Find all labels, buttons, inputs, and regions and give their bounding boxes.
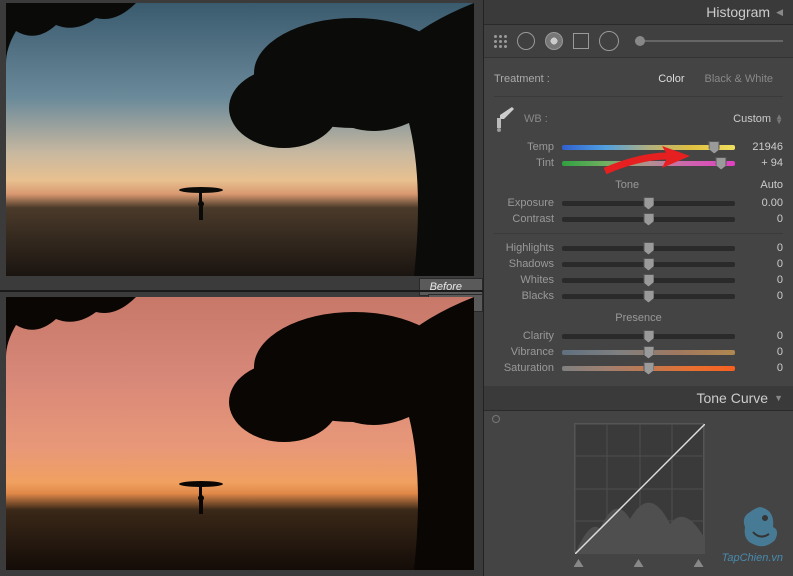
vibrance-label: Vibrance <box>494 346 554 358</box>
contrast-value[interactable]: 0 <box>743 213 783 225</box>
person-silhouette <box>176 182 226 222</box>
tonecurve-header[interactable]: Tone Curve ▼ <box>484 386 793 411</box>
basic-panel: Treatment : Color Black & White WB : Cus… <box>484 58 793 386</box>
preview-after-image[interactable] <box>6 297 474 570</box>
highlights-value[interactable]: 0 <box>743 242 783 254</box>
temp-value[interactable]: 21946 <box>743 141 783 153</box>
contrast-slider[interactable] <box>562 217 735 222</box>
saturation-slider[interactable] <box>562 366 735 371</box>
tonecurve-region-stops[interactable] <box>574 559 704 567</box>
eyedropper-icon[interactable] <box>494 105 516 133</box>
foliage-silhouette <box>6 3 136 63</box>
saturation-value[interactable]: 0 <box>743 362 783 374</box>
clarity-value[interactable]: 0 <box>743 330 783 342</box>
tool-strip <box>484 25 793 58</box>
exposure-label: Exposure <box>494 197 554 209</box>
wb-label: WB : <box>524 113 548 125</box>
blacks-slider[interactable] <box>562 294 735 299</box>
grad-filter-tool-icon[interactable] <box>573 33 589 49</box>
watermark-text: TapChien.vn <box>722 552 783 564</box>
tint-value[interactable]: + 94 <box>743 157 783 169</box>
tint-slider[interactable] <box>562 161 735 166</box>
foliage-silhouette <box>6 297 136 357</box>
shadows-label: Shadows <box>494 258 554 270</box>
presence-group-label: Presence <box>615 312 661 324</box>
tree-silhouette <box>214 297 474 570</box>
exposure-value[interactable]: 0.00 <box>743 197 783 209</box>
histogram-title: Histogram <box>706 4 770 20</box>
target-adjust-icon[interactable] <box>492 415 500 423</box>
tint-slider-row: Tint + 94 <box>494 155 783 171</box>
treatment-label: Treatment : <box>494 73 550 85</box>
preview-panel: Before After <box>0 0 483 576</box>
redeye-tool-icon[interactable] <box>545 32 563 50</box>
highlights-label: Highlights <box>494 242 554 254</box>
tone-group-label: Tone <box>615 179 639 191</box>
person-silhouette <box>176 476 226 516</box>
collapse-icon: ▼ <box>774 393 783 403</box>
clarity-slider[interactable] <box>562 334 735 339</box>
contrast-label: Contrast <box>494 213 554 225</box>
develop-right-panel: Histogram ◀ Treatment : Color Black & Wh… <box>483 0 793 576</box>
vibrance-slider[interactable] <box>562 350 735 355</box>
histogram-header[interactable]: Histogram ◀ <box>484 0 793 25</box>
tonecurve-title: Tone Curve <box>696 390 768 406</box>
highlights-slider[interactable] <box>562 246 735 251</box>
radial-filter-tool-icon[interactable] <box>599 31 619 51</box>
saturation-label: Saturation <box>494 362 554 374</box>
tonecurve-graph[interactable] <box>574 423 704 553</box>
whites-slider[interactable] <box>562 278 735 283</box>
shadows-slider[interactable] <box>562 262 735 267</box>
treatment-color-button[interactable]: Color <box>648 70 694 88</box>
preview-before-image[interactable] <box>6 3 474 276</box>
tint-label: Tint <box>494 157 554 169</box>
updown-icon: ▲▼ <box>775 114 783 124</box>
exposure-slider[interactable] <box>562 201 735 206</box>
blacks-value[interactable]: 0 <box>743 290 783 302</box>
treatment-bw-button[interactable]: Black & White <box>695 70 783 88</box>
auto-tone-button[interactable]: Auto <box>760 179 783 191</box>
collapse-icon: ◀ <box>776 7 783 18</box>
brush-size-slider[interactable] <box>635 40 783 42</box>
watermark-logo-icon <box>735 502 785 552</box>
shadows-value[interactable]: 0 <box>743 258 783 270</box>
spot-tool-icon[interactable] <box>517 32 535 50</box>
whites-value[interactable]: 0 <box>743 274 783 286</box>
crop-tool-icon[interactable] <box>494 35 507 48</box>
temp-label: Temp <box>494 141 554 153</box>
temp-slider-row: Temp 21946 <box>494 139 783 155</box>
temp-slider[interactable] <box>562 145 735 150</box>
whites-label: Whites <box>494 274 554 286</box>
blacks-label: Blacks <box>494 290 554 302</box>
wb-dropdown[interactable]: Custom ▲▼ <box>733 113 783 125</box>
tree-silhouette <box>214 3 474 276</box>
vibrance-value[interactable]: 0 <box>743 346 783 358</box>
clarity-label: Clarity <box>494 330 554 342</box>
preview-divider <box>0 290 483 292</box>
